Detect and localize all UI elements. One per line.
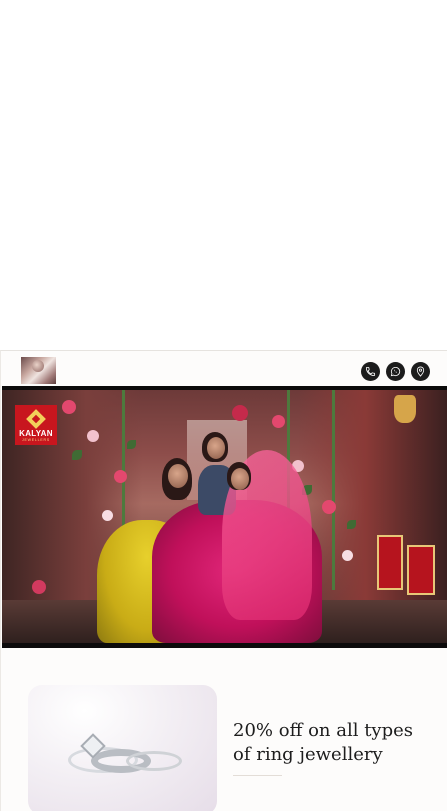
logo-subtitle: JEWELLERS — [21, 437, 50, 442]
contact-actions — [361, 362, 430, 381]
logo-emblem-icon — [26, 408, 46, 429]
headline-divider — [233, 775, 282, 776]
logo-name: KALYAN — [19, 428, 53, 438]
blank-area — [0, 0, 447, 350]
video-frame: KALYAN JEWELLERS — [2, 390, 447, 643]
embedded-page: KALYAN JEWELLERS 20% off on all types of… — [0, 350, 447, 811]
ring-offer-image[interactable] — [28, 685, 217, 811]
whatsapp-icon[interactable] — [386, 362, 405, 381]
kalyan-logo: KALYAN JEWELLERS — [15, 405, 57, 445]
promo-video[interactable]: KALYAN JEWELLERS — [2, 386, 447, 648]
offer-headline: 20% off on all types of ring jewellery — [233, 720, 414, 765]
jewellery-thumbnail[interactable] — [21, 357, 56, 384]
header-bar — [1, 351, 447, 386]
phone-icon[interactable] — [361, 362, 380, 381]
location-pin-icon[interactable] — [411, 362, 430, 381]
